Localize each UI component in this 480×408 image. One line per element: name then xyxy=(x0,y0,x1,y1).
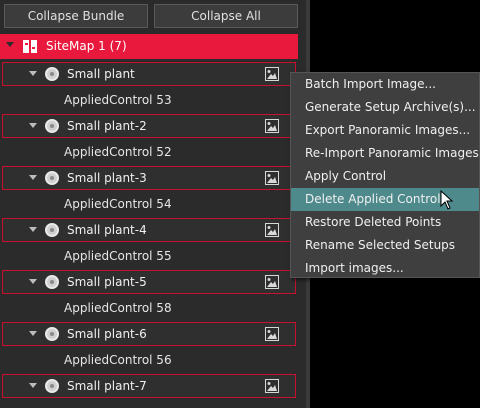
menu-item-restore-deleted-points[interactable]: Restore Deleted Points xyxy=(291,211,479,234)
chevron-down-icon[interactable] xyxy=(29,279,37,284)
context-menu: Batch Import Image... Generate Setup Arc… xyxy=(290,72,480,278)
menu-item-batch-import-image[interactable]: Batch Import Image... xyxy=(291,73,479,96)
tree-item-label: Small plant xyxy=(67,67,135,81)
applied-control-item[interactable]: AppliedControl 58 xyxy=(64,296,284,320)
tree-item-label: Small plant-5 xyxy=(67,275,147,289)
image-icon[interactable] xyxy=(265,223,279,237)
tree-item-setup[interactable]: Small plant-7 xyxy=(2,374,296,398)
menu-item-export-panoramic-images[interactable]: Export Panoramic Images... xyxy=(291,119,479,142)
chevron-down-icon[interactable] xyxy=(6,42,14,47)
applied-control-item[interactable]: AppliedControl 54 xyxy=(64,192,284,216)
chevron-down-icon[interactable] xyxy=(29,175,37,180)
tree-item-label: Small plant-6 xyxy=(67,327,147,341)
tree-item-label: Small plant-2 xyxy=(67,119,147,133)
chevron-down-icon[interactable] xyxy=(29,227,37,232)
image-icon[interactable] xyxy=(265,379,279,393)
tree-item-label: Small plant-7 xyxy=(67,379,147,393)
menu-item-rename-selected-setups[interactable]: Rename Selected Setups xyxy=(291,234,479,257)
image-icon[interactable] xyxy=(265,275,279,289)
tree-root-label: SiteMap 1 (7) xyxy=(46,39,127,53)
chevron-down-icon[interactable] xyxy=(29,383,37,388)
chevron-down-icon[interactable] xyxy=(29,331,37,336)
image-icon[interactable] xyxy=(265,67,279,81)
tree-item-setup[interactable]: Small plant-5 xyxy=(2,270,296,294)
menu-item-reimport-panoramic-images[interactable]: Re-Import Panoramic Images... xyxy=(291,142,480,165)
tree-item-label: Small plant-3 xyxy=(67,171,147,185)
tree-item-setup[interactable]: Small plant-6 xyxy=(2,322,296,346)
applied-control-item[interactable]: AppliedControl 53 xyxy=(64,88,284,112)
setup-node-icon xyxy=(45,223,59,237)
tree-item-setup[interactable]: Small plant-3 xyxy=(2,166,296,190)
collapse-all-button[interactable]: Collapse All xyxy=(154,4,298,28)
setup-node-icon xyxy=(45,327,59,341)
setup-node-icon xyxy=(45,275,59,289)
chevron-down-icon[interactable] xyxy=(29,123,37,128)
tree-item-setup[interactable]: Small plant-4 xyxy=(2,218,296,242)
menu-item-apply-control[interactable]: Apply Control xyxy=(291,165,479,188)
mouse-cursor-icon xyxy=(440,190,454,210)
setup-node-icon xyxy=(45,67,59,81)
image-icon[interactable] xyxy=(265,119,279,133)
tree-item-setup[interactable]: Small plant xyxy=(2,62,296,86)
setup-node-icon xyxy=(45,379,59,393)
collapse-bundle-button[interactable]: Collapse Bundle xyxy=(4,4,148,28)
applied-control-item[interactable]: AppliedControl 56 xyxy=(64,348,284,372)
toolbar: Collapse Bundle Collapse All xyxy=(4,4,298,28)
image-icon[interactable] xyxy=(265,327,279,341)
applied-control-item[interactable]: AppliedControl 52 xyxy=(64,140,284,164)
setup-node-icon xyxy=(45,171,59,185)
tree-root-sitemap[interactable]: SiteMap 1 (7) xyxy=(0,34,298,59)
sitemap-book-icon xyxy=(23,40,37,53)
setup-node-icon xyxy=(45,119,59,133)
menu-item-generate-setup-archive[interactable]: Generate Setup Archive(s)... xyxy=(291,96,479,119)
image-icon[interactable] xyxy=(265,171,279,185)
tree-item-setup[interactable]: Small plant-2 xyxy=(2,114,296,138)
tree-item-label: Small plant-4 xyxy=(67,223,147,237)
menu-item-import-images[interactable]: Import images... xyxy=(291,257,479,280)
applied-control-item[interactable]: AppliedControl 55 xyxy=(64,244,284,268)
chevron-down-icon[interactable] xyxy=(29,71,37,76)
